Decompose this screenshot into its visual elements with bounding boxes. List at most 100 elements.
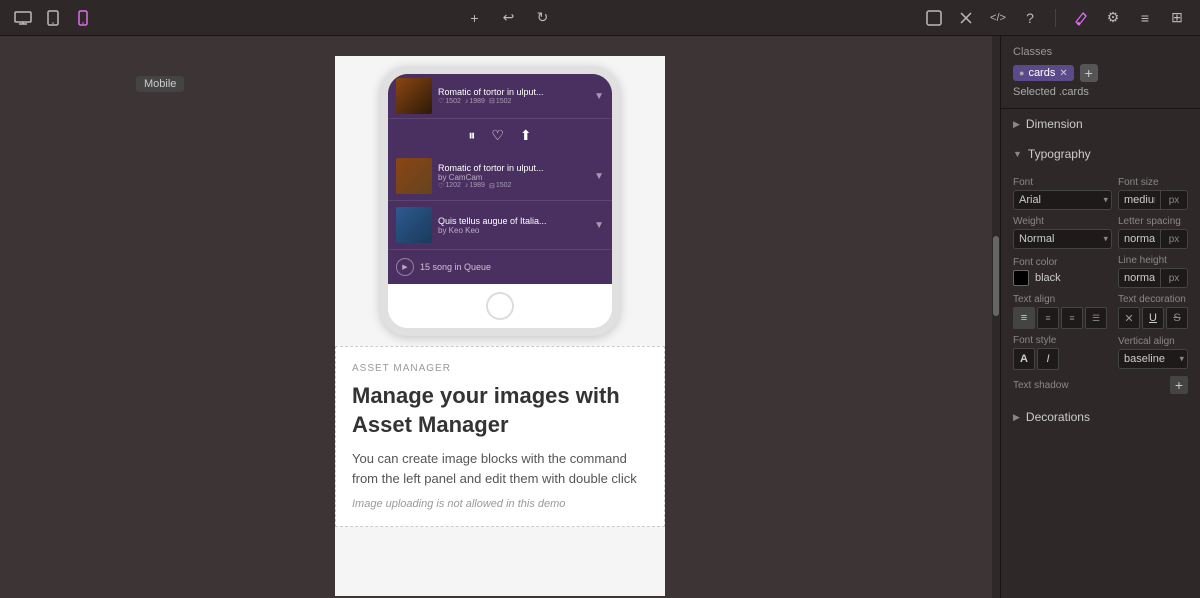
font-select[interactable]: Arial: [1013, 190, 1112, 210]
align-center-button[interactable]: ≡: [1037, 307, 1059, 329]
desktop-icon[interactable]: [12, 7, 34, 29]
device-switcher: [12, 7, 94, 29]
song-info-2: Quis tellus augue of Italia... by Keo Ke…: [438, 216, 588, 235]
mobile-label: Mobile: [136, 76, 184, 92]
song-dropdown-top[interactable]: ▼: [594, 91, 604, 102]
vertical-align-select-wrapper: baseline: [1118, 349, 1188, 369]
color-swatch[interactable]: [1013, 270, 1029, 286]
tablet-icon[interactable]: [42, 7, 64, 29]
class-remove-button[interactable]: ✕: [1059, 68, 1067, 79]
text-decoration-label: Text decoration: [1118, 294, 1188, 305]
class-tag-cards: ● cards ✕: [1013, 65, 1074, 81]
right-panel: Classes ● cards ✕ + Selected .cards ▶ Di…: [1000, 36, 1200, 598]
phone-controls: ⏸ ♡ ⬆: [388, 119, 612, 152]
typography-content: Font Arial Font size px: [1001, 169, 1200, 402]
line-height-input[interactable]: [1118, 268, 1160, 288]
redo-button[interactable]: ↻: [532, 7, 554, 29]
align-justify-button[interactable]: ☰: [1085, 307, 1107, 329]
decorations-label: Decorations: [1026, 410, 1090, 424]
crop-tool-icon[interactable]: [955, 7, 977, 29]
canvas-scrollbar[interactable]: [992, 36, 1000, 598]
menu-icon[interactable]: ≡: [1134, 7, 1156, 29]
add-text-shadow-button[interactable]: +: [1170, 376, 1188, 394]
home-button[interactable]: [486, 292, 514, 320]
deco-none-button[interactable]: ✕: [1118, 307, 1140, 329]
gear-icon[interactable]: ⚙: [1102, 7, 1124, 29]
letter-spacing-input[interactable]: [1118, 229, 1160, 249]
letter-spacing-unit[interactable]: px: [1160, 229, 1188, 249]
song-dropdown-2[interactable]: ▼: [594, 220, 604, 231]
align-left-button[interactable]: ≡: [1013, 307, 1035, 329]
letter-spacing-input-group: px: [1118, 229, 1188, 249]
align-right-button[interactable]: ≡: [1061, 307, 1083, 329]
undo-button[interactable]: ↩: [498, 7, 520, 29]
vertical-align-group: Vertical align baseline: [1118, 336, 1188, 369]
main-area: Romatic of tortor in ulput... ♡ 1502 ♪ 1…: [0, 36, 1200, 598]
line-height-group: Line height px: [1118, 255, 1188, 288]
grid-icon[interactable]: ⊞: [1166, 7, 1188, 29]
dimension-label: Dimension: [1026, 117, 1083, 131]
font-select-wrapper: Arial: [1013, 190, 1112, 210]
pause-icon[interactable]: ⏸: [468, 127, 475, 144]
typography-accordion[interactable]: ▼ Typography: [1001, 139, 1200, 169]
canvas-content: Romatic of tortor in ulput... ♡ 1502 ♪ 1…: [335, 56, 665, 596]
font-style-italic-button[interactable]: I: [1037, 348, 1059, 370]
font-size-input-group: px: [1118, 190, 1188, 210]
help-icon[interactable]: ?: [1019, 7, 1041, 29]
typography-arrow: ▼: [1013, 149, 1022, 159]
edit-tools: + ↩ ↻: [464, 7, 554, 29]
phone-mockup: Romatic of tortor in ulput... ♡ 1502 ♪ 1…: [380, 66, 620, 336]
classes-row: ● cards ✕ +: [1013, 64, 1188, 82]
color-lineheight-row: Font color black Line height px: [1013, 255, 1188, 288]
deco-strikethrough-button[interactable]: S: [1166, 307, 1188, 329]
select-tool-icon[interactable]: [923, 7, 945, 29]
align-deco-row: Text align ≡ ≡ ≡ ☰ Text decoration ✕ U S: [1013, 294, 1188, 329]
phone-home-area: [388, 284, 612, 328]
weight-select-wrapper: Normal: [1013, 229, 1112, 249]
line-height-unit[interactable]: px: [1160, 268, 1188, 288]
font-color-label: Font color: [1013, 257, 1112, 268]
vertical-align-label: Vertical align: [1118, 336, 1188, 347]
weight-select[interactable]: Normal: [1013, 229, 1112, 249]
decorations-accordion[interactable]: ▶ Decorations: [1001, 402, 1200, 432]
deco-underline-button[interactable]: U: [1142, 307, 1164, 329]
share-icon[interactable]: ⬆: [520, 127, 532, 144]
color-row: black: [1013, 270, 1112, 286]
font-color-group: Font color black: [1013, 257, 1112, 286]
queue-icon: ▶: [396, 258, 414, 276]
dimension-arrow: ▶: [1013, 119, 1020, 130]
add-button[interactable]: +: [464, 7, 486, 29]
add-class-button[interactable]: +: [1080, 64, 1098, 82]
song-thumb-2: [396, 207, 432, 243]
song-title-1: Romatic of tortor in ulput...: [438, 163, 588, 173]
phone-inner: Romatic of tortor in ulput... ♡ 1502 ♪ 1…: [388, 74, 612, 284]
canvas-area: Romatic of tortor in ulput... ♡ 1502 ♪ 1…: [0, 36, 1000, 598]
code-icon[interactable]: </>: [987, 7, 1009, 29]
weight-label: Weight: [1013, 216, 1112, 227]
asset-note: Image uploading is not allowed in this d…: [352, 498, 648, 510]
dimension-accordion[interactable]: ▶ Dimension: [1001, 109, 1200, 139]
font-style-bold-button[interactable]: A: [1013, 348, 1035, 370]
font-size-label: Font size: [1118, 177, 1188, 188]
asset-manager-section: ASSET MANAGER Manage your images with As…: [335, 346, 665, 527]
song-artist-2: by Keo Keo: [438, 226, 588, 235]
class-tag-label: cards: [1028, 67, 1055, 79]
top-toolbar: + ↩ ↻ </> ? ⚙ ≡ ⊞: [0, 0, 1200, 36]
song-info-1: Romatic of tortor in ulput... by CamCam …: [438, 163, 588, 190]
mobile-icon[interactable]: [72, 7, 94, 29]
font-row: Font Arial Font size px: [1013, 177, 1188, 210]
selected-info: Selected .cards: [1013, 86, 1188, 98]
font-size-unit[interactable]: px: [1160, 190, 1188, 210]
decorations-arrow: ▶: [1013, 412, 1020, 423]
song-title-top: Romatic of tortor in ulput...: [438, 87, 588, 97]
vertical-align-select[interactable]: baseline: [1118, 349, 1188, 369]
paint-icon[interactable]: [1070, 7, 1092, 29]
class-dot: ●: [1019, 68, 1024, 78]
song-title-2: Quis tellus augue of Italia...: [438, 216, 588, 226]
song-dropdown-1[interactable]: ▼: [594, 171, 604, 182]
font-size-group: Font size px: [1118, 177, 1188, 210]
font-size-input[interactable]: [1118, 190, 1160, 210]
song-card-2: Quis tellus augue of Italia... by Keo Ke…: [388, 201, 612, 250]
heart-icon[interactable]: ♡: [491, 127, 504, 144]
song-thumb-top: [396, 78, 432, 114]
